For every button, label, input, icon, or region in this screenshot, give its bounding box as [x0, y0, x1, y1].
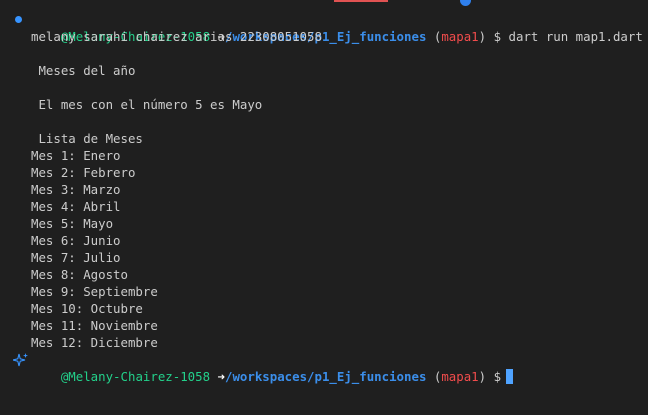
window-top-edge	[0, 0, 648, 8]
month-list-item: Mes 2: Febrero	[31, 165, 136, 180]
text-cursor[interactable]	[506, 369, 514, 384]
terminal-output[interactable]: @Melany-Chairez-1058 ➜/workspaces/p1_Ej_…	[0, 11, 648, 384]
month-list-item: Mes 12: Diciembre	[31, 335, 158, 350]
month-list-item: Mes 1: Enero	[31, 148, 121, 163]
output-list-title: Lista de Meses	[31, 131, 143, 146]
prompt-dollar: $	[493, 369, 502, 384]
month-list-item: Mes 10: Octubre	[31, 301, 143, 316]
circle-dot-icon	[15, 16, 22, 23]
month-list-item: Mes 5: Mayo	[31, 216, 114, 231]
prompt-arrow: ➜	[217, 369, 225, 384]
prompt-user: @Melany-Chairez-1058	[60, 369, 211, 384]
branch-paren-close: )	[478, 369, 487, 384]
month-list-item: Mes 8: Agosto	[31, 267, 128, 282]
month-list-item: Mes 11: Noviembre	[31, 318, 158, 333]
month-list-item: Mes 3: Marzo	[31, 182, 121, 197]
month-list-item: Mes 6: Junio	[31, 233, 121, 248]
active-prompt-line[interactable]: @Melany-Chairez-1058 ➜/workspaces/p1_Ej_…	[0, 351, 648, 384]
month-list-item: Mes 4: Abril	[31, 199, 121, 214]
notification-dot-icon	[460, 0, 471, 6]
output-heading-months: Meses del año	[31, 63, 136, 78]
git-branch: mapa1	[441, 369, 479, 384]
output-month5-message: El mes con el número 5 es Mayo	[31, 97, 263, 112]
month-list-item: Mes 9: Septiembre	[31, 284, 158, 299]
sparkle-icon[interactable]	[13, 352, 29, 368]
command-line: @Melany-Chairez-1058 ➜/workspaces/p1_Ej_…	[0, 11, 648, 44]
output-author: melany sarahi chairez arias 22308051058	[31, 29, 322, 44]
active-tab-indicator	[334, 0, 388, 2]
prompt-path: /workspaces/p1_Ej_funciones	[224, 369, 427, 384]
month-list-item: Mes 7: Julio	[31, 250, 121, 265]
